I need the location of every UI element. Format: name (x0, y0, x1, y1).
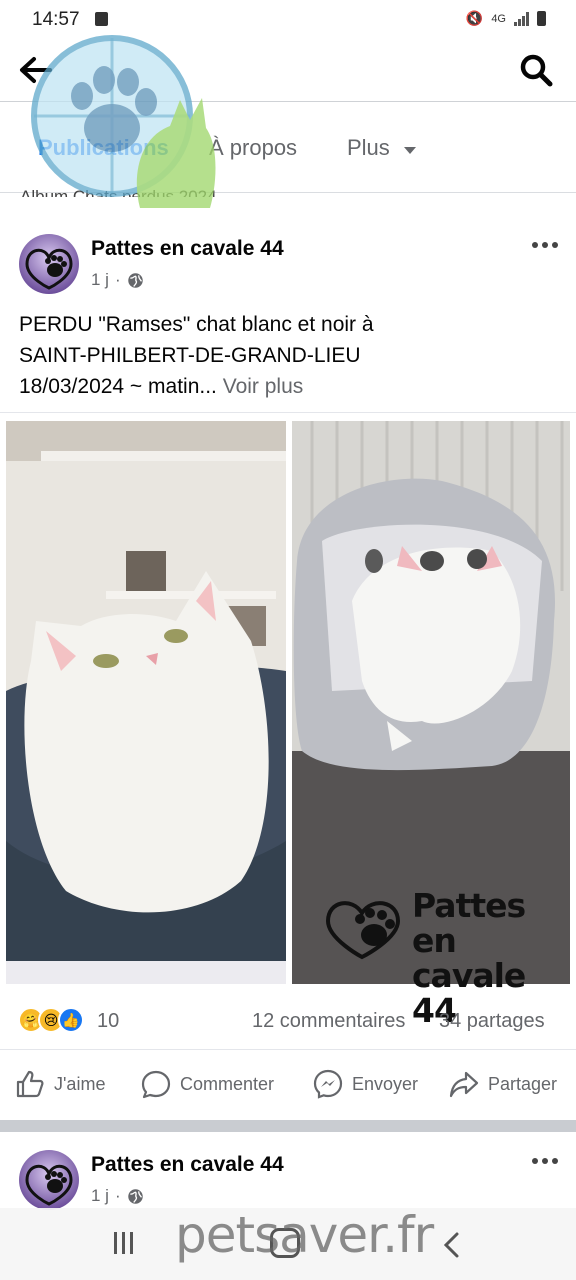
signal-icon (514, 11, 529, 26)
messenger-icon (313, 1069, 343, 1099)
status-time: 14:57 (32, 9, 80, 30)
reaction-count[interactable]: 10 (97, 1010, 119, 1033)
post-time[interactable]: 1 j (91, 1186, 109, 1206)
recent-apps-icon[interactable] (114, 1232, 133, 1254)
like-reaction-icon: 👍 (58, 1007, 84, 1033)
comment-label: Commenter (180, 1073, 275, 1094)
post-meta: 1 j · (91, 1186, 144, 1206)
notification-icon (95, 12, 108, 26)
more-options-icon[interactable] (532, 242, 558, 248)
tab-about[interactable]: À propos (209, 135, 297, 161)
watermark-site-text: petsaver.fr (175, 1206, 434, 1264)
post-header: Pattes en cavale 44 1 j · (0, 222, 576, 302)
back-chevron-icon[interactable] (440, 1230, 464, 1260)
post-action-bar: J'aime Commenter Envoyer Partager (0, 1052, 576, 1120)
comment-bubble-icon (141, 1070, 171, 1099)
post-author[interactable]: Pattes en cavale 44 (91, 237, 284, 261)
meta-separator: · (114, 270, 121, 289)
shares-count[interactable]: 34 partages (439, 1010, 545, 1033)
post-text-line: PERDU "Ramses" chat blanc et noir à (19, 313, 374, 336)
status-icons: 🔇 4G (466, 10, 546, 27)
globe-icon (127, 1188, 143, 1204)
avatar[interactable] (19, 234, 79, 294)
share-label: Partager (488, 1073, 558, 1094)
paw-heart-logo-icon (325, 901, 401, 960)
page-tabs: Publications À propos Plus Album Chats p… (0, 103, 576, 197)
tab-publications[interactable]: Publications (38, 135, 169, 161)
album-title-partial: Album Chats perdus 2024 (20, 187, 217, 197)
comments-count[interactable]: 12 commentaires (252, 1010, 405, 1033)
see-more-link[interactable]: Voir plus (223, 375, 304, 398)
post-text-line-3: 18/03/2024 ~ matin... (19, 375, 217, 398)
post-author[interactable]: Pattes en cavale 44 (91, 1153, 284, 1177)
meta-separator: · (114, 1186, 121, 1205)
post-text-line: SAINT-PHILBERT-DE-GRAND-LIEU (19, 344, 361, 367)
mute-icon: 🔇 (465, 10, 484, 26)
send-button[interactable]: Envoyer (312, 1068, 418, 1100)
post-meta: 1 j · (91, 270, 144, 290)
arrow-left-icon[interactable] (16, 50, 56, 90)
caret-down-icon[interactable] (404, 147, 416, 154)
reaction-emojis[interactable]: 🤗 😢 👍 (18, 1007, 84, 1033)
post-text-line: 18/03/2024 ~ matin... Voir plus (19, 371, 559, 402)
more-options-icon[interactable] (532, 1158, 558, 1164)
search-icon[interactable] (518, 52, 554, 88)
battery-icon (537, 11, 546, 26)
avatar[interactable] (19, 1150, 79, 1210)
globe-icon (127, 272, 143, 288)
send-label: Envoyer (352, 1073, 419, 1094)
like-button[interactable]: J'aime (14, 1068, 105, 1100)
app-bar (0, 40, 576, 102)
comment-button[interactable]: Commenter (140, 1068, 274, 1100)
thumbs-up-icon (16, 1070, 44, 1098)
photo-logo-line: Pattes en (412, 886, 526, 960)
post-text: PERDU "Ramses" chat blanc et noir à SAIN… (19, 309, 559, 402)
status-bar: 14:57 🔇 4G (0, 0, 576, 40)
share-button[interactable]: Partager (448, 1068, 557, 1100)
tab-more[interactable]: Plus (347, 135, 390, 161)
photo-white-cat-closeup[interactable] (6, 421, 286, 984)
like-label: J'aime (54, 1073, 106, 1094)
feed-divider (0, 1120, 576, 1132)
reactions-bar: 🤗 😢 👍 10 12 commentaires 34 partages (0, 992, 576, 1050)
network-label: 4G (491, 12, 506, 25)
share-arrow-icon (449, 1071, 479, 1098)
post-time[interactable]: 1 j (91, 270, 109, 290)
